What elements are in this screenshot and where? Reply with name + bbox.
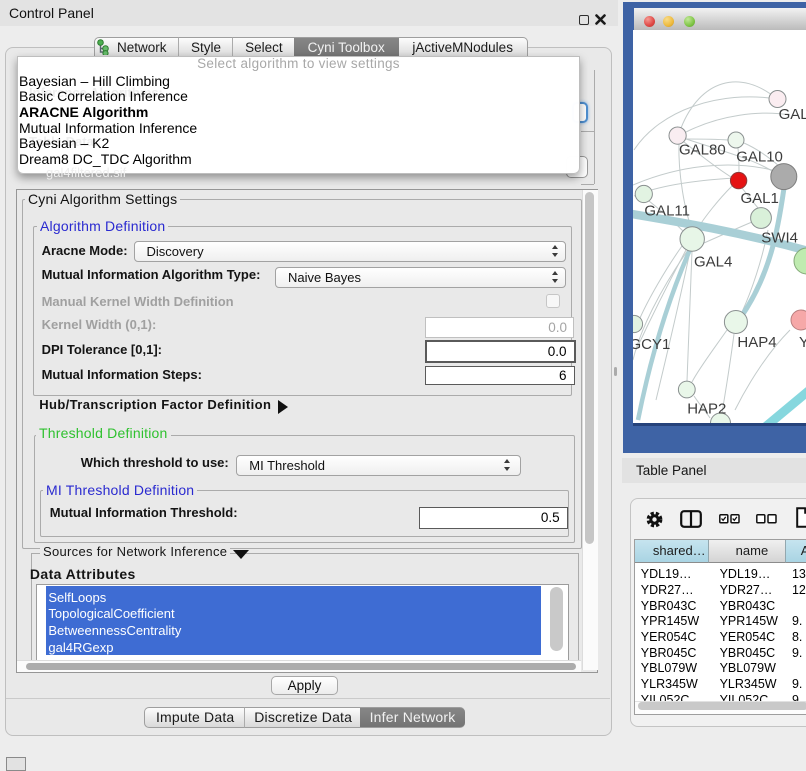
svg-text:GAL10: GAL10: [736, 149, 783, 166]
svg-text:GAL80: GAL80: [679, 142, 726, 159]
svg-text:GAL11: GAL11: [644, 203, 690, 220]
svg-text:SWI4: SWI4: [761, 230, 798, 247]
svg-text:HAP4: HAP4: [737, 334, 776, 351]
svg-text:GCY1: GCY1: [633, 336, 670, 353]
svg-text:Y: Y: [799, 334, 806, 351]
svg-text:HAP2: HAP2: [687, 401, 726, 418]
svg-text:GAL7: GAL7: [779, 106, 806, 123]
svg-text:GAL1: GAL1: [741, 190, 779, 207]
svg-text:GAL4: GAL4: [694, 254, 732, 271]
